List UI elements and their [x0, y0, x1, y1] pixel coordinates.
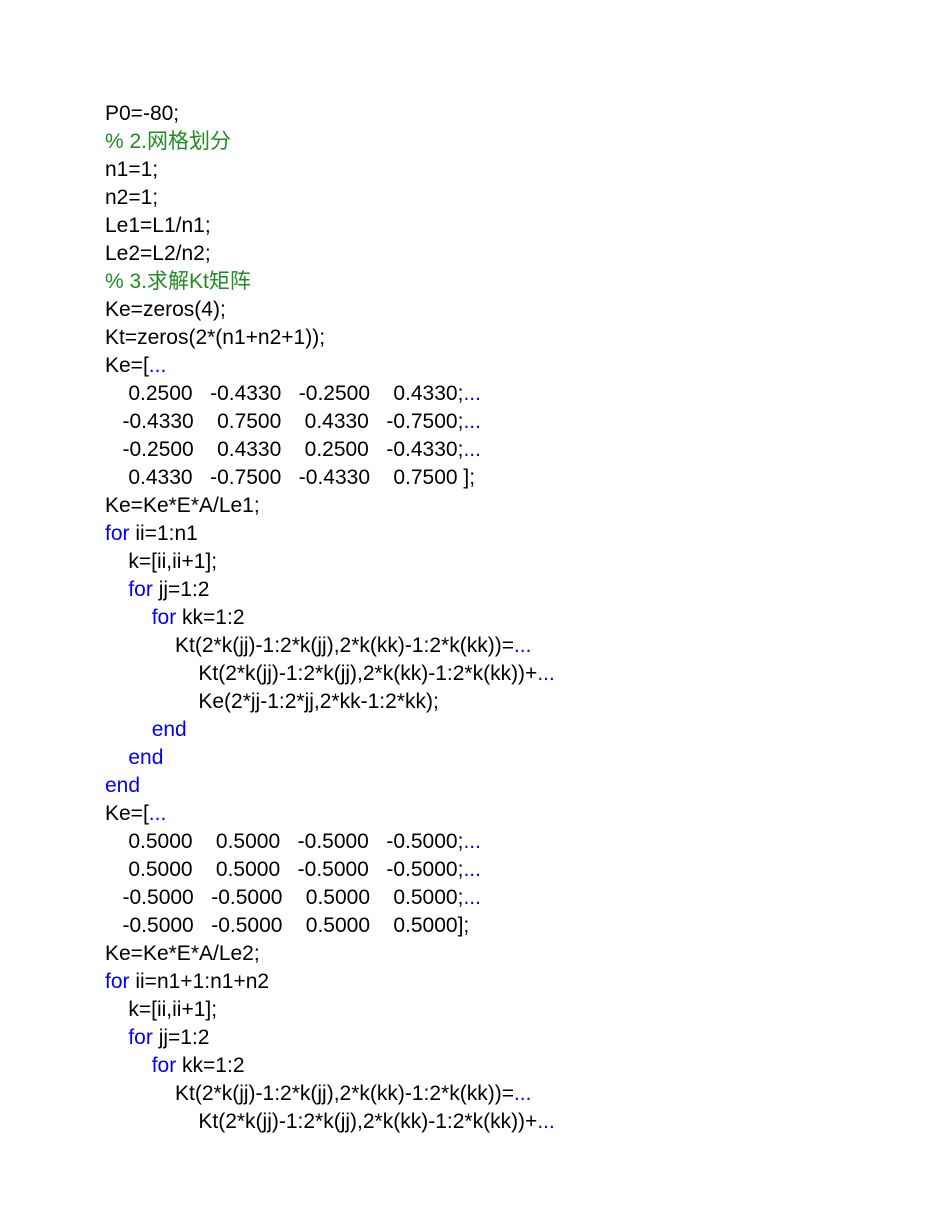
- code-token: ...: [514, 1082, 532, 1105]
- code-token: end: [152, 718, 187, 741]
- code-line: for ii=1:n1: [105, 520, 945, 548]
- code-token: Kt(2*k(jj)-1:2*k(jj),2*k(kk)-1:2*k(kk))+: [198, 662, 537, 685]
- code-line: for kk=1:2: [105, 604, 945, 632]
- code-line: for kk=1:2: [105, 1052, 945, 1080]
- code-line: -0.5000 -0.5000 0.5000 0.5000;...: [105, 884, 945, 912]
- code-token: Ke=Ke*E*A/Le1;: [105, 494, 260, 517]
- code-line: Ke=Ke*E*A/Le1;: [105, 492, 945, 520]
- code-token: Kt(2*k(jj)-1:2*k(jj),2*k(kk)-1:2*k(kk))+: [198, 1110, 537, 1133]
- code-token: k=[ii,ii+1];: [128, 550, 217, 573]
- code-line: for jj=1:2: [105, 1024, 945, 1052]
- code-line: k=[ii,ii+1];: [105, 996, 945, 1024]
- code-token: -0.5000 -0.5000 0.5000 0.5000];: [105, 914, 469, 937]
- code-token: n2=1;: [105, 186, 158, 209]
- code-line: n1=1;: [105, 156, 945, 184]
- code-token: Le1=L1/n1;: [105, 214, 211, 237]
- code-token: for: [152, 606, 177, 629]
- code-line: Ke=Ke*E*A/Le2;: [105, 940, 945, 968]
- code-line: 0.2500 -0.4330 -0.2500 0.4330;...: [105, 380, 945, 408]
- code-line: % 3.求解Kt矩阵: [105, 268, 945, 296]
- code-line: Le1=L1/n1;: [105, 212, 945, 240]
- code-line: Ke=[...: [105, 352, 945, 380]
- code-token: ii=n1+1:n1+n2: [130, 970, 270, 993]
- code-token: -0.5000 -0.5000 0.5000 0.5000;: [105, 886, 463, 909]
- code-token: 0.5000 0.5000 -0.5000 -0.5000;: [105, 830, 463, 853]
- code-block: P0=-80; % 2.网格划分 n1=1; n2=1; Le1=L1/n1; Le2=L…: [0, 0, 945, 1136]
- code-token: ...: [463, 886, 481, 909]
- code-line: 0.5000 0.5000 -0.5000 -0.5000;...: [105, 828, 945, 856]
- code-token: jj=1:2: [153, 1026, 210, 1049]
- code-token: ...: [463, 410, 481, 433]
- code-line: for jj=1:2: [105, 576, 945, 604]
- code-line: Le2=L2/n2;: [105, 240, 945, 268]
- code-line: end: [105, 744, 945, 772]
- code-token: jj=1:2: [153, 578, 210, 601]
- code-token: for: [105, 522, 130, 545]
- code-token: -0.2500 0.4330 0.2500 -0.4330;: [105, 438, 463, 461]
- code-token: end: [128, 746, 163, 769]
- code-token: ...: [463, 858, 481, 881]
- code-token: ...: [463, 438, 481, 461]
- code-line: -0.5000 -0.5000 0.5000 0.5000];: [105, 912, 945, 940]
- code-token: ...: [149, 802, 167, 825]
- code-line: Kt(2*k(jj)-1:2*k(jj),2*k(kk)-1:2*k(kk))=…: [105, 1080, 945, 1108]
- code-line: Kt(2*k(jj)-1:2*k(jj),2*k(kk)-1:2*k(kk))=…: [105, 632, 945, 660]
- code-token: for: [128, 1026, 153, 1049]
- code-token: 0.5000 0.5000 -0.5000 -0.5000;: [105, 858, 463, 881]
- code-token: P0=-80;: [105, 102, 179, 125]
- code-token: for: [128, 578, 153, 601]
- code-line: Ke=zeros(4);: [105, 296, 945, 324]
- code-line: 0.5000 0.5000 -0.5000 -0.5000;...: [105, 856, 945, 884]
- code-line: -0.2500 0.4330 0.2500 -0.4330;...: [105, 436, 945, 464]
- code-token: Ke=zeros(4);: [105, 298, 226, 321]
- code-token: ...: [463, 830, 481, 853]
- code-token: 0.4330 -0.7500 -0.4330 0.7500 ];: [105, 466, 475, 489]
- code-token: Kt(2*k(jj)-1:2*k(jj),2*k(kk)-1:2*k(kk))=: [175, 1082, 514, 1105]
- code-token: -0.4330 0.7500 0.4330 -0.7500;: [105, 410, 463, 433]
- code-token: ...: [537, 662, 555, 685]
- code-token: % 3.求解Kt矩阵: [105, 270, 251, 293]
- code-token: Ke(2*jj-1:2*jj,2*kk-1:2*kk);: [198, 690, 438, 713]
- code-token: for: [152, 1054, 177, 1077]
- code-line: Ke(2*jj-1:2*jj,2*kk-1:2*kk);: [105, 688, 945, 716]
- code-token: kk=1:2: [176, 1054, 244, 1077]
- code-token: 0.2500 -0.4330 -0.2500 0.4330;: [105, 382, 463, 405]
- code-token: kk=1:2: [176, 606, 244, 629]
- code-token: Le2=L2/n2;: [105, 242, 211, 265]
- code-line: -0.4330 0.7500 0.4330 -0.7500;...: [105, 408, 945, 436]
- code-line: k=[ii,ii+1];: [105, 548, 945, 576]
- code-token: Ke=Ke*E*A/Le2;: [105, 942, 260, 965]
- code-token: Kt=zeros(2*(n1+n2+1));: [105, 326, 325, 349]
- code-token: ...: [537, 1110, 555, 1133]
- code-line: end: [105, 772, 945, 800]
- code-line: Kt(2*k(jj)-1:2*k(jj),2*k(kk)-1:2*k(kk))+…: [105, 660, 945, 688]
- code-token: end: [105, 774, 140, 797]
- code-line: end: [105, 716, 945, 744]
- code-token: ii=1:n1: [130, 522, 198, 545]
- code-token: Ke=[: [105, 354, 149, 377]
- code-line: P0=-80;: [105, 100, 945, 128]
- code-token: ...: [149, 354, 167, 377]
- code-token: ...: [463, 382, 481, 405]
- code-line: 0.4330 -0.7500 -0.4330 0.7500 ];: [105, 464, 945, 492]
- code-token: Ke=[: [105, 802, 149, 825]
- code-token: k=[ii,ii+1];: [128, 998, 217, 1021]
- code-token: for: [105, 970, 130, 993]
- code-line: Kt(2*k(jj)-1:2*k(jj),2*k(kk)-1:2*k(kk))+…: [105, 1108, 945, 1136]
- code-token: Kt(2*k(jj)-1:2*k(jj),2*k(kk)-1:2*k(kk))=: [175, 634, 514, 657]
- code-token: n1=1;: [105, 158, 158, 181]
- code-token: % 2.网格划分: [105, 130, 231, 153]
- code-line: Kt=zeros(2*(n1+n2+1));: [105, 324, 945, 352]
- code-token: ...: [514, 634, 532, 657]
- code-line: Ke=[...: [105, 800, 945, 828]
- code-line: % 2.网格划分: [105, 128, 945, 156]
- code-line: n2=1;: [105, 184, 945, 212]
- code-line: for ii=n1+1:n1+n2: [105, 968, 945, 996]
